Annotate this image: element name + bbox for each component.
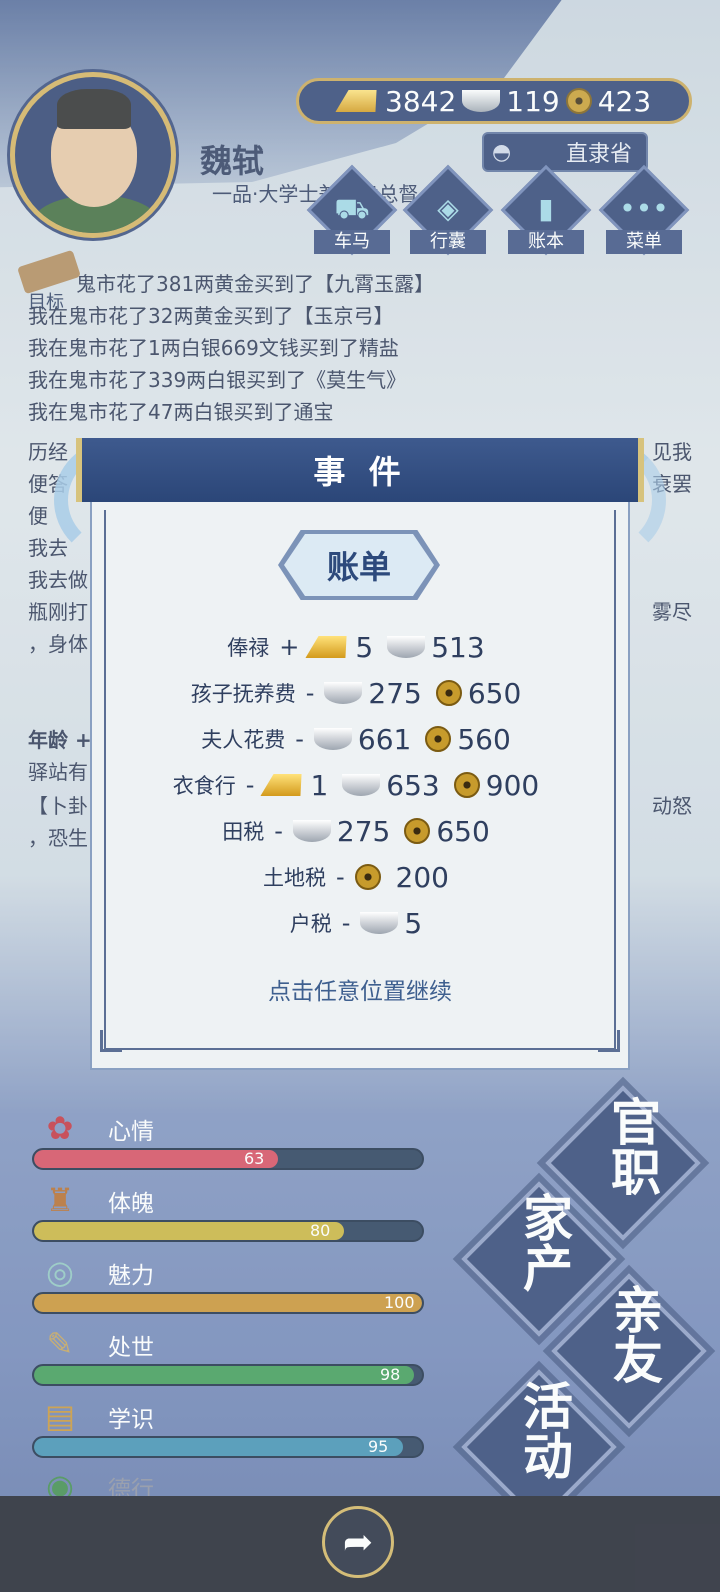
bill-tag: 账单	[284, 534, 434, 596]
bill-row-field-tax: 田税 - 275 650	[222, 814, 490, 848]
coin-icon	[453, 772, 480, 798]
corner-ornament	[598, 1030, 620, 1052]
bill-row-land-tax: 土地税 - 200	[262, 860, 449, 894]
bill-list: 俸禄 + 5 513 孩子抚养费 - 275 650 夫人花费 - 661 56…	[90, 624, 630, 946]
bill-row-wife-expense: 夫人花费 - 661 560	[201, 722, 511, 756]
gold-ingot-icon	[261, 774, 308, 796]
coin-icon	[354, 864, 381, 890]
silver-ingot-icon	[292, 820, 331, 842]
coin-icon	[435, 680, 462, 706]
bill-row-living: 衣食行 - 1 653 900	[172, 768, 540, 802]
modal-title: 事 件	[313, 453, 407, 491]
coin-icon	[404, 818, 431, 844]
bill-row-household-tax: 户税 - 5	[289, 906, 423, 940]
corner-ornament	[100, 1030, 122, 1052]
continue-prompt[interactable]: 点击任意位置继续	[90, 972, 630, 1006]
silver-ingot-icon	[313, 728, 352, 750]
silver-ingot-icon	[360, 912, 399, 934]
bill-row-child-support: 孩子抚养费 - 275 650	[190, 676, 522, 710]
gold-ingot-icon	[306, 636, 353, 658]
modal-header: 事 件	[76, 438, 644, 502]
silver-ingot-icon	[324, 682, 363, 704]
bill-row-salary: 俸禄 + 5 513	[227, 630, 485, 664]
silver-ingot-icon	[342, 774, 381, 796]
coin-icon	[425, 726, 452, 752]
silver-ingot-icon	[387, 636, 426, 658]
